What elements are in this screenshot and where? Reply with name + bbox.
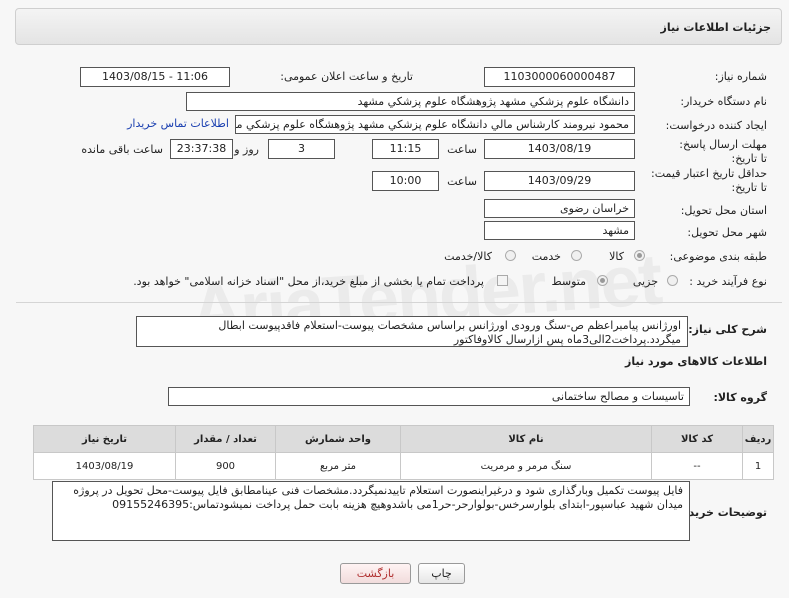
- announce-datetime-field: 1403/08/15 - 11:06: [80, 67, 230, 87]
- cell-name: سنگ مرمر و مرمریت: [400, 452, 652, 480]
- cell-need-date: 1403/08/19: [33, 452, 176, 480]
- treasury-note: پرداخت تمام یا بخشی از مبلغ خرید،از محل …: [133, 275, 484, 288]
- deadline-time-label: ساعت: [447, 143, 477, 156]
- validity-time-label: ساعت: [447, 175, 477, 188]
- validity-date-field: 1403/09/29: [484, 171, 635, 191]
- table-row: 1 -- سنگ مرمر و مرمریت متر مربع 900 1403…: [33, 452, 774, 480]
- col-need-date: تاریخ نیاز: [33, 425, 176, 453]
- buyer-org-label: نام دستگاه خریدار:: [680, 95, 767, 108]
- category-goods-service-radio[interactable]: [505, 250, 516, 261]
- remaining-label: ساعت باقی مانده: [81, 143, 163, 156]
- col-unit: واحد شمارش: [275, 425, 401, 453]
- category-goods-label: کالا: [609, 250, 624, 263]
- validity-time-field: 10:00: [372, 171, 439, 191]
- purchase-minor-label: جزیی: [632, 275, 658, 288]
- table-header-row: ردیف کد کالا نام کالا واحد شمارش تعداد /…: [33, 425, 774, 453]
- back-button[interactable]: بازگشت: [340, 563, 411, 584]
- col-name: نام کالا: [400, 425, 652, 453]
- cell-row: 1: [742, 452, 774, 480]
- col-qty: تعداد / مقدار: [175, 425, 276, 453]
- days-label: روز و: [234, 143, 259, 156]
- city-label: شهر محل تحویل:: [687, 226, 767, 239]
- treasury-checkbox[interactable]: [497, 275, 508, 286]
- cell-unit: متر مربع: [275, 452, 401, 480]
- announce-label: تاریخ و ساعت اعلان عمومی:: [280, 70, 413, 83]
- need-number-field: 1103000060000487: [484, 67, 635, 87]
- category-goods-radio[interactable]: [634, 250, 645, 261]
- cell-qty: 900: [175, 452, 276, 480]
- city-field: مشهد: [484, 221, 635, 240]
- requester-field: محمود نيرومند کارشناس مالي دانشگاه علوم …: [235, 115, 635, 134]
- deadline-time-field: 11:15: [372, 139, 439, 159]
- category-label: طبقه بندی موضوعی:: [669, 250, 767, 263]
- purchase-type-label: نوع فرآیند خرید :: [689, 275, 767, 288]
- validity-label: حداقل تاریخ اعتبار قیمت: تا تاریخ:: [651, 167, 767, 194]
- goods-group-field: تاسیسات و مصالح ساختمانی: [168, 387, 690, 406]
- divider: [16, 302, 782, 303]
- col-row: ردیف: [742, 425, 774, 453]
- purchase-medium-label: متوسط: [551, 275, 586, 288]
- goods-section-title: اطلاعات کالاهای مورد نیاز: [625, 355, 767, 368]
- print-button[interactable]: چاپ: [418, 563, 465, 584]
- province-label: استان محل تحویل:: [680, 204, 767, 217]
- requester-label: ایجاد کننده درخواست:: [665, 119, 767, 132]
- purchase-medium-radio[interactable]: [597, 275, 608, 286]
- need-number-label: شماره نیاز:: [714, 70, 767, 83]
- category-service-label: خدمت: [531, 250, 561, 263]
- category-service-radio[interactable]: [571, 250, 582, 261]
- province-field: خراسان رضوی: [484, 199, 635, 218]
- buyer-notes-textarea: فایل پیوست تکمیل وبارگذاری شود و درغیرای…: [52, 481, 690, 541]
- days-field: 3: [268, 139, 335, 159]
- items-table: ردیف کد کالا نام کالا واحد شمارش تعداد /…: [33, 425, 774, 480]
- description-textarea: اورژانس پیامبراعظم ص-سنگ ورودی اورژانس ب…: [136, 316, 688, 347]
- remaining-time-field: 23:37:38: [170, 139, 233, 159]
- cell-code: --: [651, 452, 743, 480]
- panel-header: جزئیات اطلاعات نیاز: [15, 8, 782, 45]
- description-label: شرح کلی نیاز:: [688, 323, 767, 336]
- page-title: جزئیات اطلاعات نیاز: [660, 21, 772, 34]
- deadline-label: مهلت ارسال پاسخ: تا تاریخ:: [679, 138, 767, 165]
- col-code: کد کالا: [651, 425, 743, 453]
- category-goods-service-label: کالا/خدمت: [444, 250, 492, 263]
- purchase-minor-radio[interactable]: [667, 275, 678, 286]
- buyer-org-field: دانشگاه علوم پزشکي مشهد پژوهشگاه علوم پز…: [186, 92, 635, 111]
- goods-group-label: گروه کالا:: [713, 391, 767, 404]
- deadline-date-field: 1403/08/19: [484, 139, 635, 159]
- buyer-contact-link[interactable]: اطلاعات تماس خریدار: [127, 117, 229, 130]
